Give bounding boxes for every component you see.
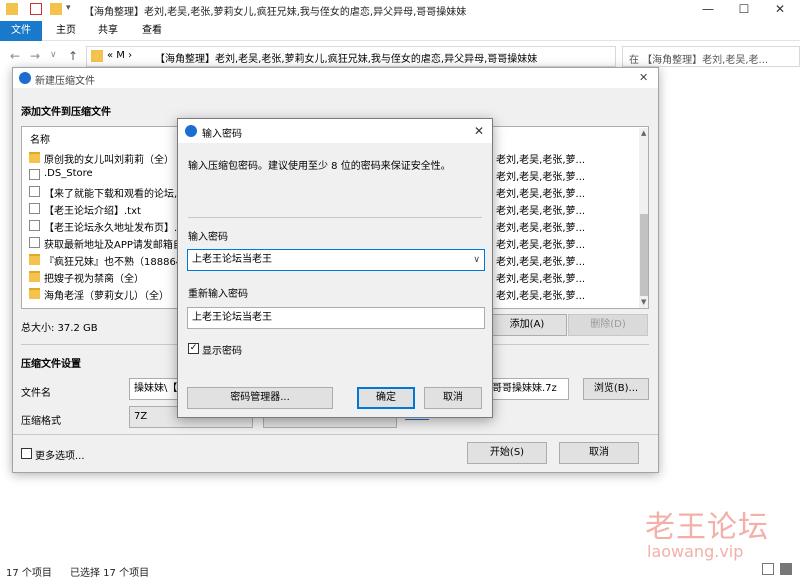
filename-value: 操妹妹\【 — [134, 383, 178, 394]
password-value: 上老王论坛当老王 — [192, 254, 272, 265]
watermark-logo: 老王论坛 — [645, 510, 769, 545]
format-label: 压缩格式 — [21, 416, 61, 427]
chevron-down-icon[interactable]: ∨ — [473, 250, 480, 270]
breadcrumb-prefix[interactable]: « M › — [107, 50, 132, 61]
filename-value-tail: 哥哥操妹妹.7z — [492, 383, 557, 394]
file-icon — [29, 169, 40, 180]
status-bar: 17 个项目 已选择 17 个项目 — [0, 560, 800, 580]
dialog-title-bar: 新建压缩文件 ✕ — [13, 68, 658, 88]
breadcrumb-path[interactable]: 【海角整理】老刘,老吴,老张,萝莉女儿,疯狂兄妹,我与侄女的虐恋,异父异母,哥哥… — [155, 50, 537, 65]
file-icon — [29, 186, 40, 197]
folder-icon — [29, 152, 40, 163]
show-password-checkbox[interactable]: ✓ — [188, 343, 199, 354]
total-size: 总大小: 37.2 GB — [21, 323, 98, 334]
maximize-button[interactable]: ☐ — [726, 0, 762, 20]
selected-count: 已选择 17 个项目 — [70, 568, 150, 579]
back-icon[interactable]: ← — [10, 49, 20, 63]
add-button[interactable]: 添加(A) — [487, 314, 567, 336]
folder-icon — [6, 3, 18, 15]
app-icon — [19, 72, 31, 84]
search-input[interactable]: 在 【海角整理】老刘,老吴,老... — [622, 46, 800, 67]
add-files-heading: 添加文件到压缩文件 — [21, 107, 111, 118]
divider — [13, 434, 658, 435]
column-header-name[interactable]: 名称 — [30, 131, 50, 146]
folder-icon — [29, 288, 40, 299]
file-icon — [29, 203, 40, 214]
scroll-up-icon[interactable]: ▲ — [641, 129, 646, 137]
dialog-title: 新建压缩文件 — [35, 76, 95, 87]
item-count: 17 个项目 — [6, 568, 52, 579]
scroll-down-icon[interactable]: ▼ — [641, 298, 646, 306]
address-row: ← → ∨ ↑ « M › 【海角整理】老刘,老吴,老张,萝莉女儿,疯狂兄妹,我… — [0, 42, 800, 70]
password-input[interactable]: 上老王论坛当老王 ∨ — [187, 249, 485, 271]
folder-icon — [29, 271, 40, 282]
browse-button[interactable]: 浏览(B)... — [583, 378, 649, 400]
search-placeholder: 在 【海角整理】老刘,老吴,老... — [629, 55, 769, 66]
folder-icon — [29, 254, 40, 265]
vertical-scrollbar[interactable]: ▲ ▼ — [639, 128, 648, 308]
password-dialog: 输入密码 ✕ 输入压缩包密码。建议使用至少 8 位的密码来保证安全性。 输入密码… — [177, 118, 493, 418]
tab-file[interactable]: 文件 — [0, 21, 42, 41]
filename-label: 文件名 — [21, 388, 51, 399]
watermark-url: laowang.vip — [647, 542, 744, 561]
details-view-icon[interactable] — [762, 563, 774, 575]
window-title: 【海角整理】老刘,老吴,老张,萝莉女儿,疯狂兄妹,我与侄女的虐恋,异父异母,哥哥… — [84, 7, 467, 18]
dialog-description: 输入压缩包密码。建议使用至少 8 位的密码来保证安全性。 — [188, 161, 451, 172]
large-icons-view-icon[interactable] — [780, 563, 792, 575]
forward-icon[interactable]: → — [30, 49, 40, 63]
close-button[interactable]: ✕ — [762, 0, 798, 20]
confirm-password-label: 重新输入密码 — [188, 289, 248, 300]
password-manager-button[interactable]: 密码管理器... — [187, 387, 333, 409]
tab-view[interactable]: 查看 — [134, 21, 170, 41]
confirm-password-input[interactable]: 上老王论坛当老王 — [187, 307, 485, 329]
start-button[interactable]: 开始(S) — [467, 442, 547, 464]
show-password-label[interactable]: 显示密码 — [202, 342, 242, 357]
folder-icon — [91, 50, 103, 62]
close-icon[interactable]: ✕ — [639, 71, 648, 84]
close-icon[interactable]: ✕ — [474, 124, 484, 138]
minimize-button[interactable]: — — [690, 0, 726, 20]
explorer-title-bar: ▾ 【海角整理】老刘,老吴,老张,萝莉女儿,疯狂兄妹,我与侄女的虐恋,异父异母,… — [0, 0, 800, 20]
more-options-checkbox[interactable] — [21, 448, 32, 459]
file-icon — [29, 220, 40, 231]
ok-button[interactable]: 确定 — [357, 387, 415, 409]
properties-icon[interactable] — [30, 3, 42, 15]
dialog-title: 输入密码 — [202, 129, 242, 140]
tab-share[interactable]: 共享 — [90, 21, 126, 41]
app-icon — [185, 125, 197, 137]
up-icon[interactable]: ↑ — [68, 49, 78, 63]
more-options-label[interactable]: 更多选项... — [35, 447, 85, 462]
tab-home[interactable]: 主页 — [48, 21, 84, 41]
cancel-button[interactable]: 取消 — [424, 387, 482, 409]
recent-dropdown-icon[interactable]: ∨ — [50, 50, 57, 60]
divider — [188, 217, 482, 218]
file-icon — [29, 237, 40, 248]
new-folder-icon[interactable] — [50, 3, 62, 15]
settings-heading: 压缩文件设置 — [21, 359, 81, 370]
scrollbar-thumb[interactable] — [640, 214, 648, 296]
address-bar[interactable]: « M › 【海角整理】老刘,老吴,老张,萝莉女儿,疯狂兄妹,我与侄女的虐恋,异… — [86, 46, 616, 67]
delete-button[interactable]: 删除(D) — [568, 314, 648, 336]
password-label: 输入密码 — [188, 232, 228, 243]
quick-access-dropdown-icon[interactable]: ▾ — [66, 3, 71, 13]
cancel-button[interactable]: 取消 — [559, 442, 639, 464]
dialog-title-bar: 输入密码 ✕ — [178, 119, 492, 143]
ribbon-tabs: 文件 主页 共享 查看 — [0, 21, 800, 41]
